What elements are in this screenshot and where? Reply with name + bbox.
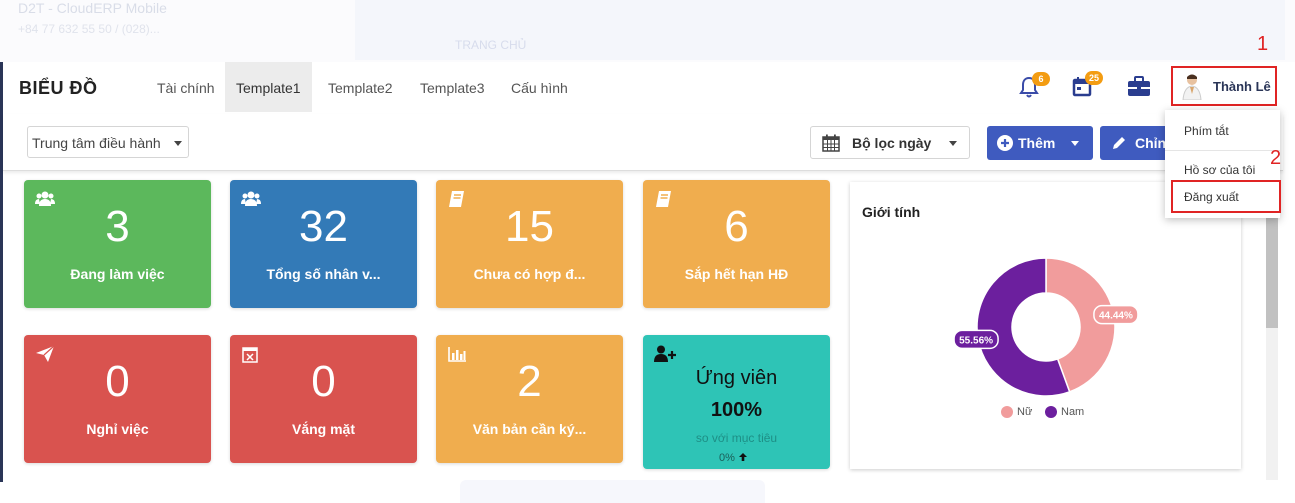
stat-label: Đang làm việc (70, 266, 165, 282)
briefcase-button[interactable] (1127, 76, 1153, 100)
tab-template3[interactable]: Template3 (409, 62, 496, 112)
stat-value: 3 (105, 202, 130, 251)
tab-template2[interactable]: Template2 (317, 62, 404, 112)
top-navbar: BIỂU ĐỒ Tài chính Template1 Template2 Te… (3, 62, 1283, 112)
candidate-title: Ứng viên (695, 367, 778, 389)
stat-value: 0 (311, 357, 336, 406)
menu-item-shortcuts[interactable]: Phím tắt (1184, 124, 1295, 138)
toolbar: Trung tâm điều hành Bộ lọc ngày Thêm Chỉ… (3, 114, 1283, 171)
stat-card-candidates[interactable]: Ứng viên 100% so với mục tiêu 0% (643, 335, 830, 469)
svg-text:Nữ: Nữ (1017, 406, 1033, 418)
stat-card-no-contract[interactable]: 15 Chưa có hợp đ... (436, 180, 623, 308)
page-title: BIỂU ĐỒ (19, 78, 98, 98)
stat-label: Tổng số nhân v... (266, 266, 381, 282)
svg-text:Nam: Nam (1061, 406, 1084, 418)
background-app-title: D2T - CloudERP Mobile (18, 0, 167, 16)
tab-tai-chinh[interactable]: Tài chính (146, 62, 226, 112)
arrow-up-icon (738, 453, 747, 461)
stat-label: Vắng mặt (291, 421, 355, 437)
notifications-button[interactable]: 6 (1019, 72, 1050, 100)
caret-down-icon (174, 141, 182, 146)
background-app-subtitle: +84 77 632 55 50 / (028)... (18, 22, 160, 36)
date-filter-label: Bộ lọc ngày (852, 135, 932, 151)
calendar-badge: 25 (1085, 71, 1103, 85)
user-plus-icon (654, 345, 676, 362)
stat-label: Chưa có hợp đ... (473, 266, 586, 282)
stat-value: 32 (299, 202, 348, 251)
stat-card-resigned[interactable]: 0 Nghỉ việc (24, 335, 211, 463)
pencil-icon (1113, 137, 1125, 149)
scrollbar-thumb[interactable] (1266, 210, 1278, 328)
stat-value: 15 (505, 202, 554, 251)
stat-label: Văn bản cần ký... (472, 421, 587, 437)
stat-value: 2 (517, 357, 542, 406)
menu-divider (1165, 150, 1280, 151)
tab-cau-hinh[interactable]: Cấu hình (500, 62, 579, 112)
dashboard-select-value: Trung tâm điều hành (32, 135, 161, 151)
stat-card-working[interactable]: 3 Đang làm việc (24, 180, 211, 308)
add-button-label: Thêm (1018, 135, 1056, 151)
annotation-2: 2 (1270, 147, 1282, 169)
avatar (1182, 74, 1202, 100)
plus-circle-icon (997, 135, 1013, 151)
background-ghost-text: TRANG CHỦ (455, 38, 527, 52)
caret-down-icon (949, 141, 957, 146)
stat-value: 6 (724, 202, 749, 251)
dashboard-select[interactable]: Trung tâm điều hành (27, 126, 189, 158)
svg-text:55.56%: 55.56% (959, 335, 993, 346)
notifications-badge: 6 (1032, 72, 1050, 86)
calendar-grid-icon (822, 134, 840, 152)
user-menu-button[interactable]: Thành Lê (1171, 66, 1277, 106)
background-page: D2T - CloudERP Mobile +84 77 632 55 50 /… (0, 0, 1295, 62)
gender-donut-chart: 44.44% 55.56% Nữ Nam (953, 257, 1139, 418)
vertical-scrollbar[interactable] (1266, 180, 1278, 480)
stat-card-absent[interactable]: 0 Vắng mặt (230, 335, 417, 463)
tab-template1[interactable]: Template1 (225, 62, 312, 112)
logout-highlight-box (1171, 180, 1281, 213)
stat-label: Sắp hết hạn HĐ (684, 266, 789, 282)
annotation-1: 1 (1257, 33, 1269, 55)
stat-value: 0 (105, 357, 130, 406)
caret-down-icon (1071, 141, 1079, 146)
candidate-change: 0% (719, 452, 748, 464)
candidate-percent: 100% (710, 399, 763, 421)
legend-item-nam[interactable]: Nam (1045, 406, 1084, 418)
stat-card-total-employees[interactable]: 32 Tổng số nhân v... (230, 180, 417, 308)
svg-text:44.44%: 44.44% (1099, 311, 1133, 322)
stat-label: Nghỉ việc (86, 421, 149, 437)
stat-card-expiring-contract[interactable]: 6 Sắp hết hạn HĐ (643, 180, 830, 308)
edit-button[interactable]: Chỉnh (1100, 126, 1175, 160)
candidate-change-value: 0% (719, 452, 735, 464)
data-label: 44.44% (1093, 304, 1139, 325)
legend-item-n-[interactable]: Nữ (1001, 406, 1033, 418)
briefcase-icon (1128, 76, 1150, 96)
background-ghost-block (460, 480, 765, 503)
gender-chart-panel: Giới tính 44.44% 55.56% Nữ Nam (850, 182, 1241, 469)
candidate-subtitle: so với mục tiêu (695, 431, 778, 445)
background-banner: TRANG CHỦ (355, 0, 1285, 60)
calendar-button[interactable]: 25 (1072, 71, 1103, 100)
data-label: 55.56% (953, 329, 999, 350)
user-name: Thành Lê (1213, 79, 1271, 94)
stat-card-documents-to-sign[interactable]: 2 Văn bản cần ký... (436, 335, 623, 463)
date-filter-button[interactable]: Bộ lọc ngày (810, 126, 970, 159)
add-button[interactable]: Thêm (987, 126, 1093, 160)
